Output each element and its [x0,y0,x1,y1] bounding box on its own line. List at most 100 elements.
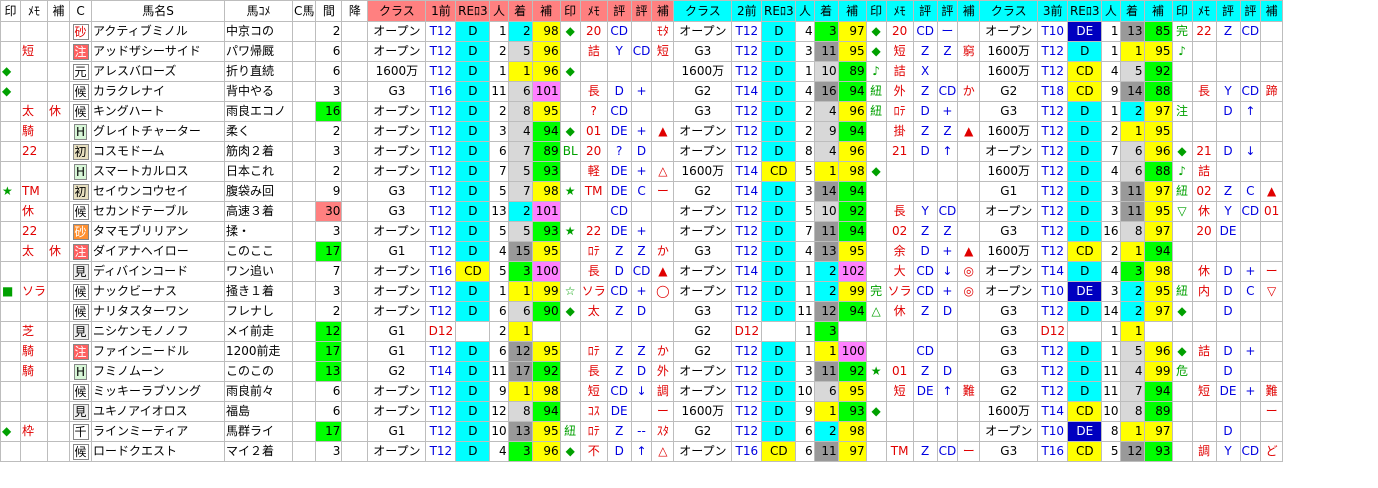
table-row[interactable]: 候ナリタスターワン フレナし 2 オープン T12 D 6 6 90 ◆ 太 Z D G3 T12 D 11 12… [0,301,1284,322]
table-row[interactable]: 短注アッドザシーサイド パワ帰厩 6 オープン T12 D 2 5 96 詰 Y CD 短 G3 T12 D 3… [0,41,1284,62]
table-row[interactable]: 騎 H フミノムーン このこの 13 G2 T14 D 11 17 92 長 Z D 外オープン T12 D 3 1… [0,361,1284,382]
header-re3-3[interactable]: REﾛ3 [1067,0,1103,22]
header-adj-1[interactable]: 補 [531,0,561,22]
header-pop-3[interactable]: 人 [1101,0,1121,22]
table-row[interactable]: 22 初コスモドーム 筋肉２着 3 オープン T12 D 6 7 89 BL 20? D オープン T12 D… [0,141,1284,162]
cell-horse-name[interactable]: カラクレナイ [91,81,226,102]
cell-memo-2: ﾛﾃ [885,101,914,122]
header-eval-b-2[interactable]: 評 [936,0,959,22]
cell-memo-1: 長 [579,361,608,382]
table-row[interactable]: ◆ 枠千ラインミーティア 馬群ライ 17 G1 T12 D 10 13 95 紐ﾛﾃ Z -- ｽﾀ G2 T… [0,421,1284,442]
header-class-2[interactable]: クラス [673,0,733,22]
header-memo[interactable]: ﾒﾓ [19,0,49,22]
cell-horse-name[interactable]: ディバインコード [91,261,226,282]
cell-aux-3 [1260,361,1284,382]
cell-aux [47,121,71,142]
header-interval[interactable]: 間 [315,0,343,22]
table-row[interactable]: ★ TM 初セイウンコウセイ 腹袋み回 9 G3 T12 D 5 7 98 ★ TM DE C ー G2 T14 D… [0,181,1284,202]
cell-horse-name[interactable]: セイウンコウセイ [91,181,226,202]
header-horse-name[interactable]: 馬名S [91,0,226,22]
cell-horse-name[interactable]: ミッキーラブソング [91,381,226,402]
header-mark-2[interactable]: 印 [865,0,887,22]
header-eval-a-3[interactable]: 評 [1215,0,1241,22]
header-aux[interactable]: 補 [47,0,71,22]
table-row[interactable]: 見ディバインコード ワン追い 7 オープン T16 CD 5 3 100 長 D CD ▲ オープン T14… [0,261,1284,282]
header-pop-1[interactable]: 人 [489,0,509,22]
cell-horse-name[interactable]: ニシケンモノノフ [91,321,226,342]
table-row[interactable]: 太休注ダイアナヘイロー このここ 17 G1 T12 D 4 15 95 ﾛﾃ Z Z か G3 T12 D 4… [0,241,1284,262]
header-finish-2[interactable]: 着 [813,0,839,22]
header-cat[interactable]: C [69,0,93,22]
table-row[interactable]: 太休候キングハート 雨良エコノ 16 オープン T12 D 2 8 95? CD G3 T12 D 2 4 9… [0,101,1284,122]
table-row[interactable]: ◆ 候カラクレナイ 背中やる 3 G3 T16 D 11 6 101 長 D + G2 T14 D 4 16 94 紐… [0,81,1284,102]
header-eval-a-2[interactable]: 評 [912,0,938,22]
cell-mark [0,161,21,182]
header-aux-1[interactable]: 補 [651,0,675,22]
cell-memo: TM [19,181,49,202]
cell-horse-name[interactable]: ロードクエスト [91,441,226,462]
table-row[interactable]: 騎 H グレイトチャーター 柔く 2 オープン T12 D 3 4 94 ◆ 01 DE + ▲ オープン T12… [0,121,1284,142]
header-memo-3[interactable]: ﾒﾓ [1191,0,1217,22]
cell-horse-name[interactable]: スマートカルロス [91,161,226,182]
cell-horse-name[interactable]: アレスバローズ [91,61,226,82]
cell-horse-name[interactable]: セカンドテーブル [91,201,226,222]
table-row[interactable]: H スマートカルロス 日本これ 2 オープン T12 D 7 5 93 軽 DE + △ 1600万 T14 C… [0,161,1284,182]
table-row[interactable]: 候ロードクエスト マイ２着 3 オープン T12 D 4 3 96 ◆ 不 D ↑ △ オープン T16 CD 6… [0,441,1284,462]
table-row[interactable]: 芝見ニシケンモノノフ メイ前走 12 G1 D12 2 1 G2 D12 1 3 G3 D12 1 1 [0,321,1284,342]
cell-dist-1: T12 [425,141,457,162]
header-eval-b-1[interactable]: 評 [630,0,653,22]
table-row[interactable]: 見ユキノアイオロス 福島 6 オープン T12 D 12 8 94 ｺｽ DE ー 1600万 T12 D 9… [0,401,1284,422]
cell-finish-1: 3 [507,441,533,462]
cell-horse-name[interactable]: ユキノアイオロス [91,401,226,422]
cell-horse-name[interactable]: ファインニードル [91,341,226,362]
cell-finish-2: 11 [813,221,839,242]
header-mark-1[interactable]: 印 [559,0,581,22]
header-eval-b-3[interactable]: 評 [1239,0,1262,22]
header-c-horse[interactable]: C馬 [292,0,317,22]
cell-horse-name[interactable]: ナリタスターワン [91,301,226,322]
cell-horse-name[interactable]: ダイアナヘイロー [91,241,226,262]
table-row[interactable]: ■ ソラ候ナックビーナス 掻き１着 3 オープン T12 D 1 1 99 ☆ ソラ CD + ◯ オープン T… [0,281,1284,302]
table-row[interactable]: 砂アクティブミノル 中京コの 2 オープン T12 D 1 2 98 ◆ 20 CD ﾓﾀ オープン T12… [0,21,1284,42]
table-row[interactable]: 22 砂タマモブリリアン 揉・ 3 オープン T12 D 5 5 93 ★ 22 DE + オープン T12 D… [0,221,1284,242]
table-row[interactable]: 騎注ファインニードル 1200前走 17 G1 T12 D 6 12 95 ﾛﾃ Z Z か G2 T12 D… [0,341,1284,362]
header-aux-3[interactable]: 補 [1260,0,1284,22]
cell-re3-3 [1067,321,1103,342]
header-horse-comment[interactable]: 馬ｺﾒ [224,0,294,22]
table-row[interactable]: 候ミッキーラブソング 雨良前々 6 オープン T12 D 9 1 98 短 CD ↓ 調オープン T12 D… [0,381,1284,402]
cell-drop [341,441,369,462]
cell-horse-name[interactable]: グレイトチャーター [91,121,226,142]
cell-aux-3 [1260,241,1284,262]
cell-horse-name[interactable]: アクティブミノル [91,21,226,42]
cell-horse-name[interactable]: タマモブリリアン [91,221,226,242]
table-row[interactable]: ◆ 元アレスバローズ 折り直続 6 1600万 T12 D 1 1 96 ◆ 1600万 T12 D 1 10… [0,61,1284,82]
header-mark[interactable]: 印 [0,0,21,22]
cell-horse-name[interactable]: フミノムーン [91,361,226,382]
header-aux-2[interactable]: 補 [957,0,981,22]
header-finish-3[interactable]: 着 [1119,0,1145,22]
cell-horse-name[interactable]: ナックビーナス [91,281,226,302]
table-row[interactable]: 休候セカンドテーブル 高速３着 30 G3 T12 D 13 2 101 CD オープン T12 D 5 1… [0,201,1284,222]
cell-horse-name[interactable]: アッドザシーサイド [91,41,226,62]
header-adj-3[interactable]: 補 [1143,0,1173,22]
header-eval-a-1[interactable]: 評 [606,0,632,22]
header-re3-1[interactable]: REﾛ3 [455,0,491,22]
cell-horse-name[interactable]: キングハート [91,101,226,122]
header-dist-2[interactable]: 2前 [731,0,763,22]
cell-horse-name[interactable]: コスモドーム [91,141,226,162]
header-memo-1[interactable]: ﾒﾓ [579,0,608,22]
cell-aux [47,421,71,442]
header-pop-2[interactable]: 人 [795,0,815,22]
header-dist-1[interactable]: 1前 [425,0,457,22]
header-adj-2[interactable]: 補 [837,0,867,22]
header-re3-2[interactable]: REﾛ3 [761,0,797,22]
header-class-3[interactable]: クラス [979,0,1039,22]
header-dist-3[interactable]: 3前 [1037,0,1069,22]
cell-horse-name[interactable]: ラインミーティア [91,421,226,442]
header-mark-3[interactable]: 印 [1171,0,1193,22]
header-drop[interactable]: 降 [341,0,369,22]
header-finish-1[interactable]: 着 [507,0,533,22]
header-memo-2[interactable]: ﾒﾓ [885,0,914,22]
cell-memo-1: 詰 [579,41,608,62]
header-class-1[interactable]: クラス [367,0,427,22]
